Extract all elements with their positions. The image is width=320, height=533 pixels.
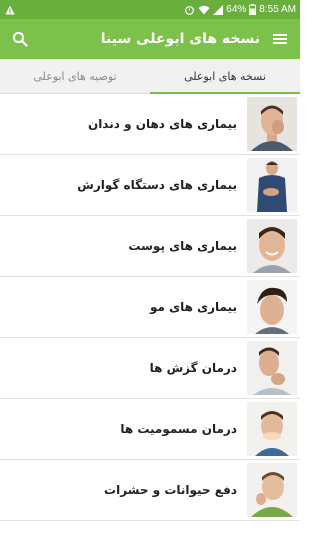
man-hair-photo xyxy=(247,280,297,334)
app-bar: نسخه های ابوعلی سینا xyxy=(0,19,300,59)
search-button[interactable] xyxy=(10,29,30,49)
smiling-man-photo xyxy=(247,219,297,273)
app-title: نسخه های ابوعلی سینا xyxy=(100,31,260,47)
menu-icon xyxy=(273,34,287,44)
man-scratching-neck-photo xyxy=(247,341,297,395)
tab-bar: توصیه های ابوعلی نسخه های ابوعلی xyxy=(0,59,300,95)
alarm-icon xyxy=(185,5,195,15)
warning-icon xyxy=(5,5,15,14)
list-item[interactable]: بیماری های دهان و دندان xyxy=(0,94,300,155)
signal-icon xyxy=(213,4,224,15)
wifi-icon xyxy=(198,5,210,14)
list-item-label: بیماری های دهان و دندان xyxy=(87,117,237,131)
boy-scratching-photo xyxy=(247,463,297,517)
toothache-man-photo xyxy=(247,97,297,151)
menu-button[interactable] xyxy=(270,29,290,49)
list-item-label: بیماری های مو xyxy=(150,300,237,314)
tab-label: توصیه های ابوعلی xyxy=(33,70,117,83)
list-item[interactable]: درمان گزش ها xyxy=(0,338,300,399)
list-item[interactable]: درمان مسمومیت ها xyxy=(0,399,300,460)
stomach-ache-man-photo xyxy=(247,158,297,212)
list-item-label: بیماری های پوست xyxy=(128,239,237,253)
list-item-label: درمان مسمومیت ها xyxy=(120,422,237,436)
category-list: بیماری های دهان و دندان بیماری های دستگا… xyxy=(0,94,300,521)
list-item[interactable]: بیماری های دستگاه گوارش xyxy=(0,155,300,216)
status-left xyxy=(5,5,15,15)
list-item-label: دفع حیوانات و حشرات xyxy=(104,483,237,497)
sick-boy-photo xyxy=(247,402,297,456)
battery-percent: 64% xyxy=(226,4,247,15)
search-icon xyxy=(12,31,28,47)
tab-label: نسخه های ابوعلی xyxy=(184,70,266,83)
list-item[interactable]: دفع حیوانات و حشرات xyxy=(0,460,300,521)
clock: 8:55 AM xyxy=(259,4,296,15)
list-item-label: بیماری های دستگاه گوارش xyxy=(77,178,237,192)
battery-icon xyxy=(249,4,257,15)
tab-prescriptions[interactable]: نسخه های ابوعلی xyxy=(150,59,300,95)
status-right: 64% 8:55 AM xyxy=(184,4,296,15)
status-bar: 64% 8:55 AM xyxy=(0,0,300,19)
list-item[interactable]: بیماری های مو xyxy=(0,277,300,338)
list-item[interactable]: بیماری های پوست xyxy=(0,216,300,277)
tab-recommendations[interactable]: توصیه های ابوعلی xyxy=(0,59,150,94)
list-item-label: درمان گزش ها xyxy=(149,361,237,375)
